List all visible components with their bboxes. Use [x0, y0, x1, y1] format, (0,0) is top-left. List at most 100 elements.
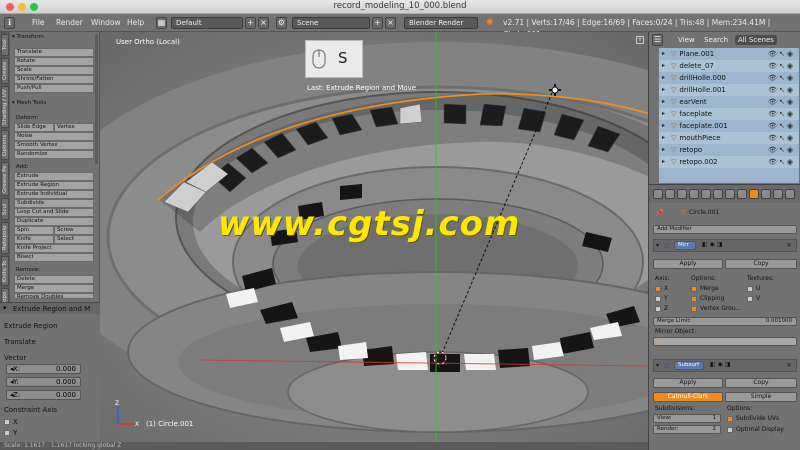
- tab-tool[interactable]: Tool: [1, 34, 9, 56]
- mirror-apply-button[interactable]: Apply: [653, 259, 723, 269]
- screen-layout-icon[interactable]: ▦: [156, 17, 167, 29]
- subdivide-button[interactable]: Subdivide: [14, 199, 94, 208]
- texture-v-checkbox[interactable]: V: [747, 295, 760, 302]
- mirror-name-field[interactable]: Mirr: [674, 241, 696, 250]
- outliner-item-mouthpiece[interactable]: ▸ ▽ mouthPiece 👁↖◉: [659, 132, 799, 144]
- vector-z-field[interactable]: ◂ Z: 0.000: [6, 390, 81, 400]
- collapse-icon[interactable]: ▾: [656, 362, 659, 369]
- spin-button[interactable]: Spin: [14, 226, 54, 235]
- menu-render[interactable]: Render: [56, 17, 83, 29]
- texture-tab-icon[interactable]: [761, 189, 771, 199]
- vector-x-field[interactable]: ◂ X: 0.000: [6, 364, 81, 374]
- optimal-display-checkbox[interactable]: Optimal Display: [727, 426, 784, 433]
- tab-view[interactable]: View: [675, 35, 698, 45]
- vertex-groups-checkbox[interactable]: Vertex Grou...: [691, 305, 741, 312]
- merge-button[interactable]: Merge: [14, 284, 94, 293]
- tab-all-scenes[interactable]: All Scenes: [735, 35, 777, 45]
- scene-dropdown[interactable]: Scene: [292, 17, 370, 29]
- subsurf-copy-button[interactable]: Copy: [725, 378, 797, 388]
- simple-option[interactable]: Simple: [725, 392, 797, 402]
- add-icon[interactable]: +: [636, 36, 644, 44]
- operator-panel-header[interactable]: ▾ Extrude Region and M: [0, 302, 100, 314]
- mirror-object-field[interactable]: ▢: [653, 337, 797, 346]
- clipping-checkbox[interactable]: Clipping: [691, 295, 724, 302]
- slide-edge-button[interactable]: Slide Edge: [14, 123, 54, 132]
- render-levels-field[interactable]: Render: 2: [653, 425, 721, 434]
- scene-tab-icon[interactable]: [677, 189, 687, 199]
- outliner-item-plane-001[interactable]: ▸ ▽ Plane.001 👁↖◉: [659, 48, 799, 60]
- subsurf-modifier-header[interactable]: ▾ ◫ Subsurf ◧◉◨ ×: [653, 359, 797, 372]
- noise-button[interactable]: Noise: [14, 132, 94, 141]
- outliner-editor-icon[interactable]: ☰: [652, 34, 663, 46]
- tab-shading-uv[interactable]: Shading / UV: [1, 86, 9, 128]
- material-tab-icon[interactable]: [749, 189, 759, 199]
- extrude-region-button[interactable]: Extrude Region: [14, 181, 94, 190]
- add-screen-button[interactable]: +: [245, 17, 256, 29]
- outliner-item-drillholle-001[interactable]: ▸ ▽ drillHolle.001 👁↖◉: [659, 84, 799, 96]
- subdivide-uvs-checkbox[interactable]: Subdivide UVs: [727, 415, 779, 422]
- menu-window[interactable]: Window: [91, 17, 121, 29]
- knife-select-button[interactable]: Select: [54, 235, 94, 244]
- menu-help[interactable]: Help: [127, 17, 144, 29]
- subsurf-apply-button[interactable]: Apply: [653, 378, 723, 388]
- tab-grease-pencil[interactable]: Grease Pe: [1, 162, 9, 196]
- axis-z-checkbox[interactable]: Z: [655, 305, 668, 312]
- tab-search[interactable]: Search: [701, 35, 731, 45]
- collapse-icon[interactable]: ▾: [656, 242, 659, 249]
- outliner-item-retopo-002[interactable]: ▸ ▽ retopo.002 👁↖◉: [659, 156, 799, 168]
- extrude-individual-button[interactable]: Extrude Individual: [14, 190, 94, 199]
- bisect-button[interactable]: Bisect: [14, 253, 94, 262]
- knife-project-button[interactable]: Knife Project: [14, 244, 94, 253]
- screen-layout-dropdown[interactable]: Default: [171, 17, 243, 29]
- mirror-modifier-header[interactable]: ▾ ◫ Mirr ◧◉◨ ×: [653, 239, 797, 252]
- scale-button[interactable]: Scale: [14, 66, 94, 75]
- knife-button[interactable]: Knife: [14, 235, 54, 244]
- outliner-item-delete-07[interactable]: ▸ ▽ delete_07 👁↖◉: [659, 60, 799, 72]
- modifier-visibility-icons[interactable]: ◧◉◨: [702, 241, 725, 248]
- pin-icon[interactable]: 📌: [655, 209, 664, 217]
- tab-retopology[interactable]: Retopolo: [1, 222, 9, 254]
- loop-cut-button[interactable]: Loop Cut and Slide: [14, 208, 94, 217]
- constraint-y-checkbox[interactable]: Y: [4, 429, 17, 436]
- layers-tab-icon[interactable]: [665, 189, 675, 199]
- duplicate-button[interactable]: Duplicate: [14, 217, 94, 226]
- collapse-icon[interactable]: ▾: [3, 304, 7, 312]
- randomize-button[interactable]: Randomize: [14, 150, 94, 159]
- shrink-fatten-button[interactable]: Shrink/Fatten: [14, 75, 94, 84]
- tab-sculpt[interactable]: Scul: [1, 198, 9, 220]
- constraint-x-checkbox[interactable]: X: [4, 418, 18, 426]
- merge-checkbox[interactable]: Merge: [691, 285, 719, 292]
- translate-button[interactable]: Translate: [14, 48, 94, 57]
- smooth-vertex-button[interactable]: Smooth Vertex: [14, 141, 94, 150]
- remove-modifier-icon[interactable]: ×: [786, 241, 792, 249]
- axis-x-checkbox[interactable]: X: [655, 285, 668, 292]
- scene-icon[interactable]: ⚙: [276, 17, 287, 29]
- outliner-item-earvent[interactable]: ▸ ▽ earVent 👁↖◉: [659, 96, 799, 108]
- tab-create[interactable]: Create: [1, 58, 9, 84]
- vertex-slide-button[interactable]: Vertex: [54, 123, 94, 132]
- physics-tab-icon[interactable]: [785, 189, 795, 199]
- screw-button[interactable]: Screw: [54, 226, 94, 235]
- texture-u-checkbox[interactable]: U: [747, 285, 760, 292]
- particles-tab-icon[interactable]: [773, 189, 783, 199]
- catmull-clark-option[interactable]: Catmull-Clark: [653, 392, 723, 402]
- extrude-button[interactable]: Extrude: [14, 172, 94, 181]
- editor-type-icon[interactable]: ℹ: [4, 17, 15, 29]
- rotate-button[interactable]: Rotate: [14, 57, 94, 66]
- push-pull-button[interactable]: Push/Pull: [14, 84, 94, 93]
- panel-mesh-tools-header[interactable]: Mesh Tools: [17, 100, 47, 106]
- merge-limit-field[interactable]: Merge Limit: 0.001000: [653, 317, 797, 326]
- tool-shelf-scrollbar[interactable]: [95, 34, 98, 164]
- world-tab-icon[interactable]: [689, 189, 699, 199]
- constraints-tab-icon[interactable]: [713, 189, 723, 199]
- modifier-visibility-icons[interactable]: ◧◉◨: [710, 361, 733, 368]
- view-levels-field[interactable]: View: 1: [653, 414, 721, 423]
- render-engine-dropdown[interactable]: Blender Render: [404, 17, 478, 29]
- add-modifier-dropdown[interactable]: Add Modifier: [653, 225, 797, 234]
- remove-doubles-button[interactable]: Remove Doubles: [14, 293, 94, 299]
- outliner-item-faceplate-001[interactable]: ▸ ▽ faceplate.001 👁↖◉: [659, 120, 799, 132]
- remove-screen-button[interactable]: ×: [258, 17, 269, 29]
- tab-knife-tool[interactable]: Knife To: [1, 256, 9, 286]
- object-tab-icon[interactable]: [701, 189, 711, 199]
- add-scene-button[interactable]: +: [372, 17, 383, 29]
